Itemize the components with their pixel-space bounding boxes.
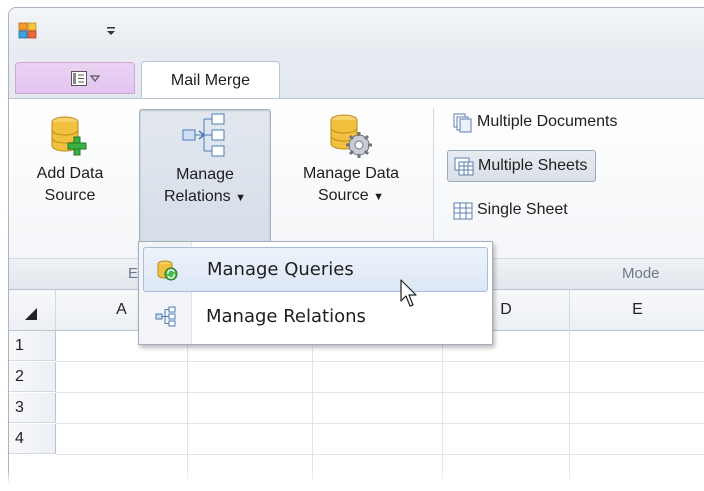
grid-line (56, 454, 704, 455)
menu-item-manage-queries[interactable]: Manage Queries (143, 247, 488, 292)
multiple-documents-label: Multiple Documents (477, 113, 618, 130)
grid-line (187, 330, 188, 486)
grid-line (56, 392, 704, 393)
manage-queries-icon (157, 260, 178, 281)
multiple-documents-button[interactable]: Multiple Documents (447, 107, 626, 137)
select-all-corner[interactable] (9, 290, 56, 331)
relations-icon (182, 113, 225, 157)
database-gear-icon (330, 114, 372, 158)
add-data-source-label-1: Add Data (36, 165, 104, 182)
manage-relations-button[interactable]: Manage Relations ▼ (139, 109, 271, 246)
app-menu-button[interactable] (15, 62, 135, 94)
manage-relations-label-2: Relations (163, 188, 231, 205)
mouse-pointer-icon (400, 279, 417, 307)
grid-line (442, 330, 443, 486)
group-label-mode: Mode (622, 265, 660, 282)
single-sheet-label: Single Sheet (477, 201, 568, 218)
grid-line (56, 361, 704, 362)
grid-line (312, 330, 313, 486)
manage-relations-dropdown: Manage Queries Manage Relations (138, 241, 493, 345)
tab-mail-merge[interactable]: Mail Merge (141, 61, 280, 99)
single-sheet-icon (453, 202, 473, 220)
chevron-down-icon: ▼ (373, 191, 385, 203)
manage-relations-label-1: Manage (176, 166, 234, 183)
row-header-2[interactable]: 2 (9, 362, 56, 392)
bottom-fade (0, 470, 704, 491)
column-header-e[interactable]: E (570, 290, 704, 331)
menu-item-manage-relations[interactable]: Manage Relations (143, 295, 486, 338)
ribbon-panel: Add Data Source Manage Relations ▼ Manag… (9, 98, 704, 259)
select-all-icon (25, 308, 37, 320)
grid-line (56, 423, 704, 424)
add-data-source-label-2: Source (44, 187, 96, 204)
manage-data-source-label-2: Source (317, 187, 369, 204)
multiple-documents-icon (453, 113, 472, 133)
quick-access-dropdown-icon[interactable] (104, 24, 118, 38)
title-bar (9, 8, 704, 58)
multiple-sheets-label: Multiple Sheets (478, 157, 588, 174)
multiple-sheets-button[interactable]: Multiple Sheets (447, 150, 597, 182)
multiple-sheets-icon (454, 157, 474, 176)
database-add-icon (51, 116, 87, 156)
ribbon-tab-row: Mail Merge (9, 58, 704, 99)
manage-data-source-label-1: Manage Data (302, 165, 400, 182)
app-menu-icon (71, 71, 101, 86)
chevron-down-icon: ▼ (235, 192, 247, 204)
add-data-source-button[interactable]: Add Data Source (15, 109, 125, 244)
single-sheet-button[interactable]: Single Sheet (447, 195, 576, 225)
relations-icon (155, 306, 176, 327)
menu-item-label: Manage Relations (206, 306, 366, 327)
row-header-1[interactable]: 1 (9, 331, 56, 361)
row-header-3[interactable]: 3 (9, 393, 56, 423)
app-icon[interactable] (18, 21, 38, 41)
manage-data-source-button[interactable]: Manage Data Source ▼ (281, 109, 421, 244)
ribbon-group-separator (433, 108, 434, 253)
grid-line (569, 330, 570, 486)
row-header-4[interactable]: 4 (9, 424, 56, 454)
menu-item-label: Manage Queries (207, 259, 354, 280)
